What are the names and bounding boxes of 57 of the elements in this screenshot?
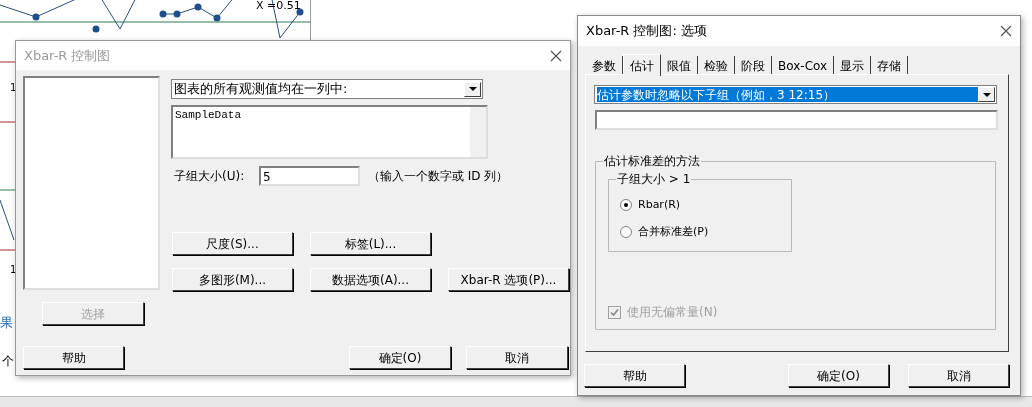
caret-icon xyxy=(468,87,477,91)
help-button[interactable]: 帮助 xyxy=(23,346,124,369)
tab[interactable]: 估计 xyxy=(623,54,661,76)
dialog-button[interactable]: 标签(L)... xyxy=(310,232,431,255)
dialog-button[interactable]: 尺度(S)... xyxy=(172,232,293,255)
radio-button[interactable] xyxy=(620,199,632,212)
tab[interactable]: 阶段 xyxy=(735,56,772,75)
close-icon[interactable] xyxy=(1000,25,1012,37)
dropdown-button[interactable] xyxy=(978,87,995,102)
data-point xyxy=(92,25,100,33)
window-title: Xbar-R 控制图: 选项 xyxy=(586,22,707,41)
subgroup-size-field[interactable]: 5 xyxy=(259,166,360,186)
tab[interactable]: 限值 xyxy=(661,56,698,75)
radio-button[interactable] xyxy=(620,226,632,239)
data-point xyxy=(296,8,304,16)
text-fragment: 果 xyxy=(0,314,13,332)
dialog-button[interactable]: 多图形(M)... xyxy=(172,268,293,291)
caret-icon xyxy=(982,92,991,97)
data-line xyxy=(0,199,15,241)
control-limit-line xyxy=(0,249,16,251)
cancel-button[interactable]: 取消 xyxy=(466,346,568,369)
tab[interactable]: 存储 xyxy=(871,56,909,75)
radio-label: 合并标准差(P) xyxy=(638,224,709,240)
data-point xyxy=(194,3,202,11)
dropdown-button[interactable] xyxy=(464,81,481,97)
radio-label: Rbar(R) xyxy=(638,197,681,213)
subgroup-size-label: 子组大小(U): xyxy=(174,168,245,185)
ignore-subgroups-field[interactable] xyxy=(595,110,998,130)
window-title: Xbar-R 控制图 xyxy=(24,46,111,65)
center-line-label: X =0.51 xyxy=(256,0,301,11)
group-title: 估计标准差的方法 xyxy=(603,152,701,170)
tab[interactable]: 显示 xyxy=(834,56,872,75)
help-button[interactable]: 帮助 xyxy=(584,364,685,387)
tab[interactable]: 检验 xyxy=(698,56,735,75)
columns-field[interactable]: SampleData xyxy=(171,105,488,159)
text-fragment: 个 xyxy=(2,353,14,370)
data-point xyxy=(213,14,221,22)
data-point xyxy=(173,10,181,18)
cancel-button[interactable]: 取消 xyxy=(908,364,1009,387)
ok-button[interactable]: 确定(O) xyxy=(349,346,451,369)
ignore-subgroups-dropdown[interactable]: 估计参数时忽略以下子组（例如，3 12:15） xyxy=(594,85,997,104)
dialog-button[interactable]: 数据选项(A)... xyxy=(310,268,431,291)
axis-label: 1 xyxy=(10,263,17,277)
dialog-button[interactable]: Xbar-R 选项(P)... xyxy=(448,268,569,291)
tab[interactable]: Box-Cox xyxy=(772,56,835,75)
scrollbar[interactable] xyxy=(470,107,486,157)
center-line xyxy=(0,189,16,191)
variables-list[interactable] xyxy=(23,76,160,290)
data-layout-dropdown[interactable]: 图表的所有观测值均在一列中: xyxy=(171,79,483,99)
axis-label: 1 xyxy=(10,81,17,95)
ok-button[interactable]: 确定(O) xyxy=(788,364,889,387)
close-icon[interactable] xyxy=(550,49,562,62)
checkbox-label: 使用无偏常量(N) xyxy=(627,304,718,321)
data-point xyxy=(32,13,40,21)
data-point xyxy=(159,10,167,18)
subgroup-hint: （输入一个数字或 ID 列） xyxy=(368,168,509,185)
group-title: 子组大小 > 1 xyxy=(616,170,692,188)
